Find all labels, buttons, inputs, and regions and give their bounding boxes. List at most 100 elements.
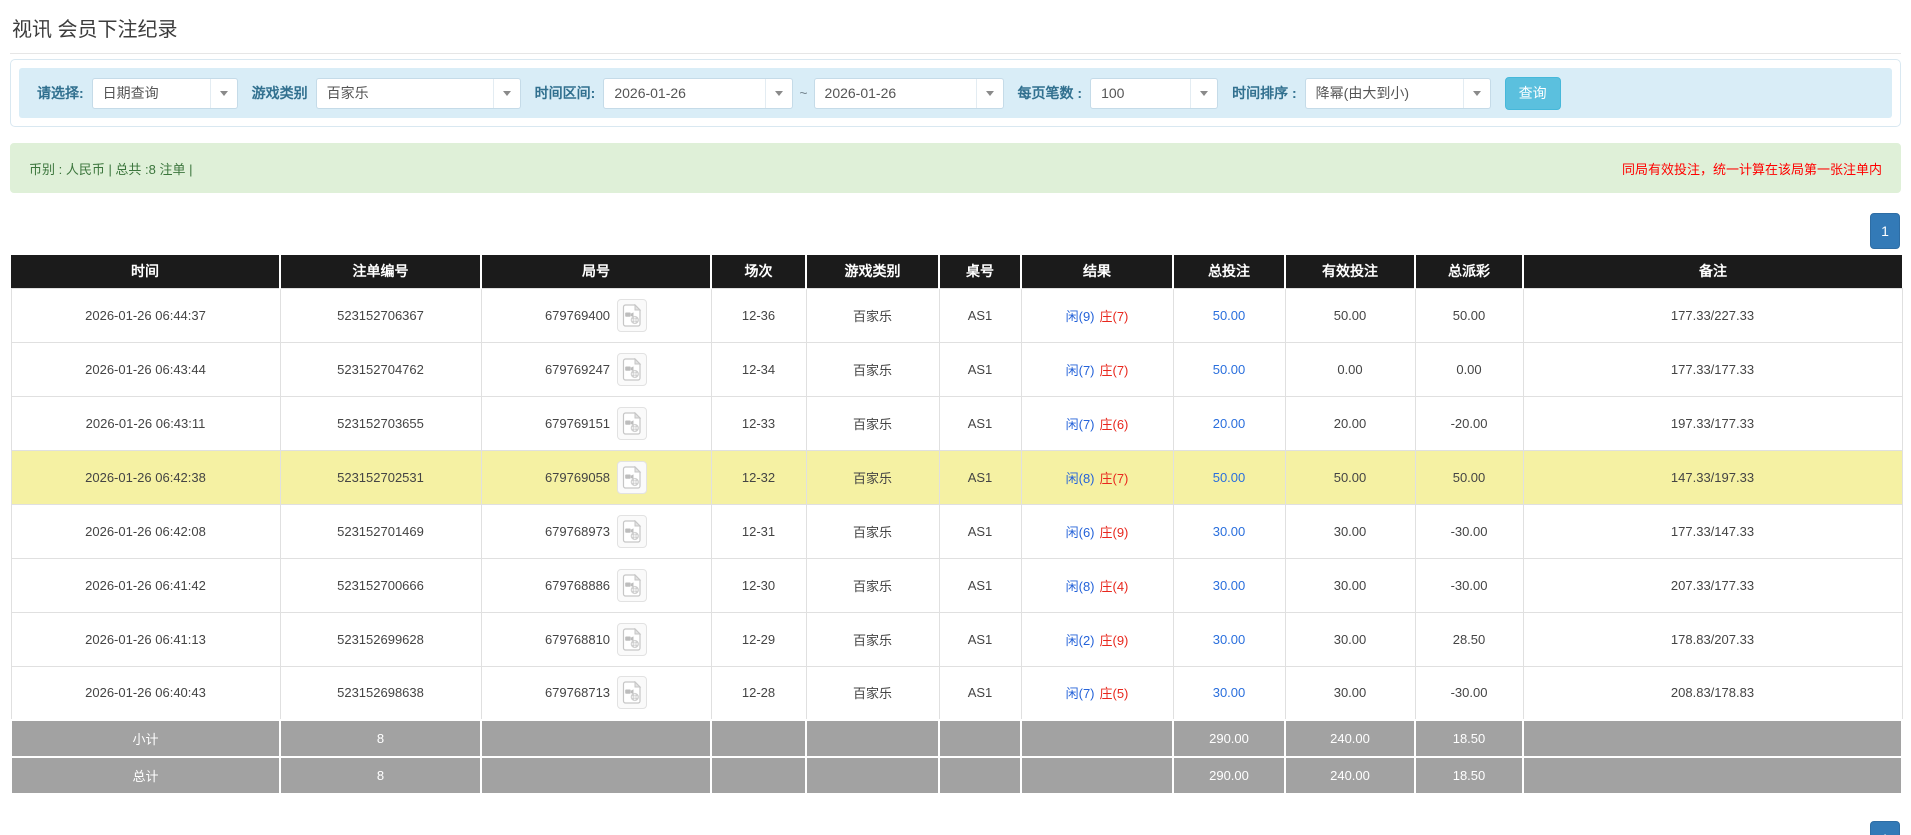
total-bet-link[interactable]: 30.00 <box>1213 632 1246 647</box>
total-bet-link[interactable]: 30.00 <box>1213 685 1246 700</box>
result-player: 闲(6) <box>1065 524 1095 540</box>
summary-cell-session <box>710 719 807 758</box>
sort-order-value: 降幂(由大到小) <box>1315 85 1409 101</box>
pagination-page-1-bottom[interactable]: 1 <box>1870 821 1900 835</box>
cell-time: 2026-01-26 06:42:38 <box>10 449 281 505</box>
query-button[interactable]: 查询 <box>1504 76 1561 110</box>
result-player: 闲(7) <box>1065 686 1095 702</box>
video-replay-icon[interactable] <box>617 622 648 656</box>
date-to-input[interactable]: 2026-01-26 <box>813 77 1004 109</box>
cell-result: 闲(8) 庄(4) <box>1020 557 1174 613</box>
cell-bet_id: 523152706367 <box>279 287 482 343</box>
cell-payout: -30.00 <box>1414 665 1524 721</box>
summary-cell-time: 小计 <box>10 719 281 758</box>
cell-total_bet: 20.00 <box>1172 395 1286 451</box>
round-number: 679768713 <box>544 685 611 701</box>
game-type-label: 游戏类别 <box>251 85 308 101</box>
result-banker: 庄(7) <box>1099 308 1129 324</box>
column-header-result: 结果 <box>1020 255 1173 288</box>
cell-valid_bet: 30.00 <box>1284 557 1416 613</box>
result-player: 闲(2) <box>1065 632 1095 648</box>
cell-valid_bet: 50.00 <box>1284 287 1416 343</box>
total-bet-link[interactable]: 50.00 <box>1213 470 1246 485</box>
cell-remark: 197.33/177.33 <box>1522 395 1903 451</box>
summary-cell-round <box>480 719 712 758</box>
round-number: 679769400 <box>544 307 611 323</box>
cell-game: 百家乐 <box>805 341 940 397</box>
cell-bet_id: 523152700666 <box>279 557 482 613</box>
video-replay-icon[interactable] <box>617 568 648 602</box>
cell-payout: -20.00 <box>1414 395 1524 451</box>
video-replay-icon[interactable] <box>617 676 648 710</box>
table-row: 2026-01-26 06:43:11 523152703655 679769151… <box>10 395 1903 451</box>
cell-total_bet: 30.00 <box>1172 503 1286 559</box>
result-banker: 庄(7) <box>1099 470 1129 486</box>
cell-total_bet: 50.00 <box>1172 449 1286 505</box>
sort-order-select[interactable]: 降幂(由大到小) <box>1304 77 1491 109</box>
table-row: 2026-01-26 06:41:42 523152700666 679768886… <box>10 557 1903 613</box>
summary-info-bar: 币别 : 人民币 | 总共 :8 注单 | 同局有效投注，统一计算在该局第一张注… <box>10 143 1901 193</box>
cell-total_bet: 30.00 <box>1172 611 1286 667</box>
game-type-value: 百家乐 <box>326 85 369 101</box>
cell-valid_bet: 30.00 <box>1284 503 1416 559</box>
result-player: 闲(8) <box>1065 470 1095 486</box>
cell-table_no: AS1 <box>938 611 1022 667</box>
cell-time: 2026-01-26 06:41:13 <box>10 611 281 667</box>
pagination-page-1[interactable]: 1 <box>1870 213 1900 249</box>
result-player: 闲(9) <box>1065 308 1095 324</box>
valid-bet-notice: 同局有效投注，统一计算在该局第一张注单内 <box>1621 161 1882 177</box>
cell-result: 闲(7) 庄(7) <box>1020 341 1174 397</box>
column-header-table_no: 桌号 <box>938 255 1021 288</box>
table-row: 2026-01-26 06:43:44 523152704762 679769247… <box>10 341 1903 397</box>
query-type-label: 请选择: <box>37 85 84 101</box>
query-type-select[interactable]: 日期查询 <box>91 77 238 109</box>
cell-result: 闲(7) 庄(5) <box>1020 665 1174 721</box>
cell-bet_id: 523152704762 <box>279 341 482 397</box>
video-replay-icon[interactable] <box>617 352 648 386</box>
cell-remark: 178.83/207.33 <box>1522 611 1903 667</box>
summary-cell-game <box>805 719 940 758</box>
summary-cell-game <box>805 756 940 795</box>
video-replay-icon[interactable] <box>617 514 648 548</box>
cell-time: 2026-01-26 06:40:43 <box>10 665 281 721</box>
total-bet-link[interactable]: 30.00 <box>1213 578 1246 593</box>
cell-round: 679768810 <box>480 611 712 667</box>
summary-cell-remark <box>1522 756 1903 795</box>
chevron-down-icon <box>975 78 1003 108</box>
game-type-select[interactable]: 百家乐 <box>315 77 521 109</box>
cell-total_bet: 50.00 <box>1172 341 1286 397</box>
column-header-session: 场次 <box>710 255 806 288</box>
cell-time: 2026-01-26 06:41:42 <box>10 557 281 613</box>
cell-time: 2026-01-26 06:44:37 <box>10 287 281 343</box>
page-size-select[interactable]: 100 <box>1090 77 1219 109</box>
result-banker: 庄(9) <box>1099 524 1129 540</box>
pagination-top: 1 <box>11 213 1900 249</box>
total-bet-link[interactable]: 30.00 <box>1213 524 1246 539</box>
cell-table_no: AS1 <box>938 395 1022 451</box>
cell-table_no: AS1 <box>938 557 1022 613</box>
table-row: 2026-01-26 06:44:37 523152706367 679769400… <box>10 287 1903 343</box>
cell-time: 2026-01-26 06:42:08 <box>10 503 281 559</box>
filter-bar: 请选择: 日期查询 游戏类别 百家乐 时间区间: 2026-01-26 ~ 20… <box>19 68 1892 118</box>
result-player: 闲(7) <box>1065 416 1095 432</box>
summary-cell-table_no <box>938 719 1022 758</box>
table-row: 2026-01-26 06:42:08 523152701469 679768973… <box>10 503 1903 559</box>
result-banker: 庄(6) <box>1099 416 1129 432</box>
summary-cell-total_bet: 290.00 <box>1172 756 1286 795</box>
page-title: 视讯 会员下注纪录 <box>12 19 178 41</box>
column-header-total_bet: 总投注 <box>1172 255 1285 288</box>
total-bet-link[interactable]: 50.00 <box>1213 308 1246 323</box>
summary-cell-round <box>480 756 712 795</box>
betting-records-page: 视讯 会员下注纪录 请选择: 日期查询 游戏类别 百家乐 时间区间: 2026-… <box>0 0 1911 835</box>
video-replay-icon[interactable] <box>617 460 648 494</box>
cell-session: 12-29 <box>710 611 807 667</box>
date-from-input[interactable]: 2026-01-26 <box>603 77 794 109</box>
video-replay-icon[interactable] <box>617 406 648 440</box>
header-row: 时间 注单编号 局号 场次 游戏类别 桌号 结果 总投注 有效投注 总派彩 备注 <box>11 255 1902 288</box>
video-replay-icon[interactable] <box>617 298 648 332</box>
cell-bet_id: 523152703655 <box>279 395 482 451</box>
column-header-payout: 总派彩 <box>1414 255 1523 288</box>
summary-cell-remark <box>1522 719 1903 758</box>
total-bet-link[interactable]: 20.00 <box>1213 416 1246 431</box>
total-bet-link[interactable]: 50.00 <box>1213 362 1246 377</box>
